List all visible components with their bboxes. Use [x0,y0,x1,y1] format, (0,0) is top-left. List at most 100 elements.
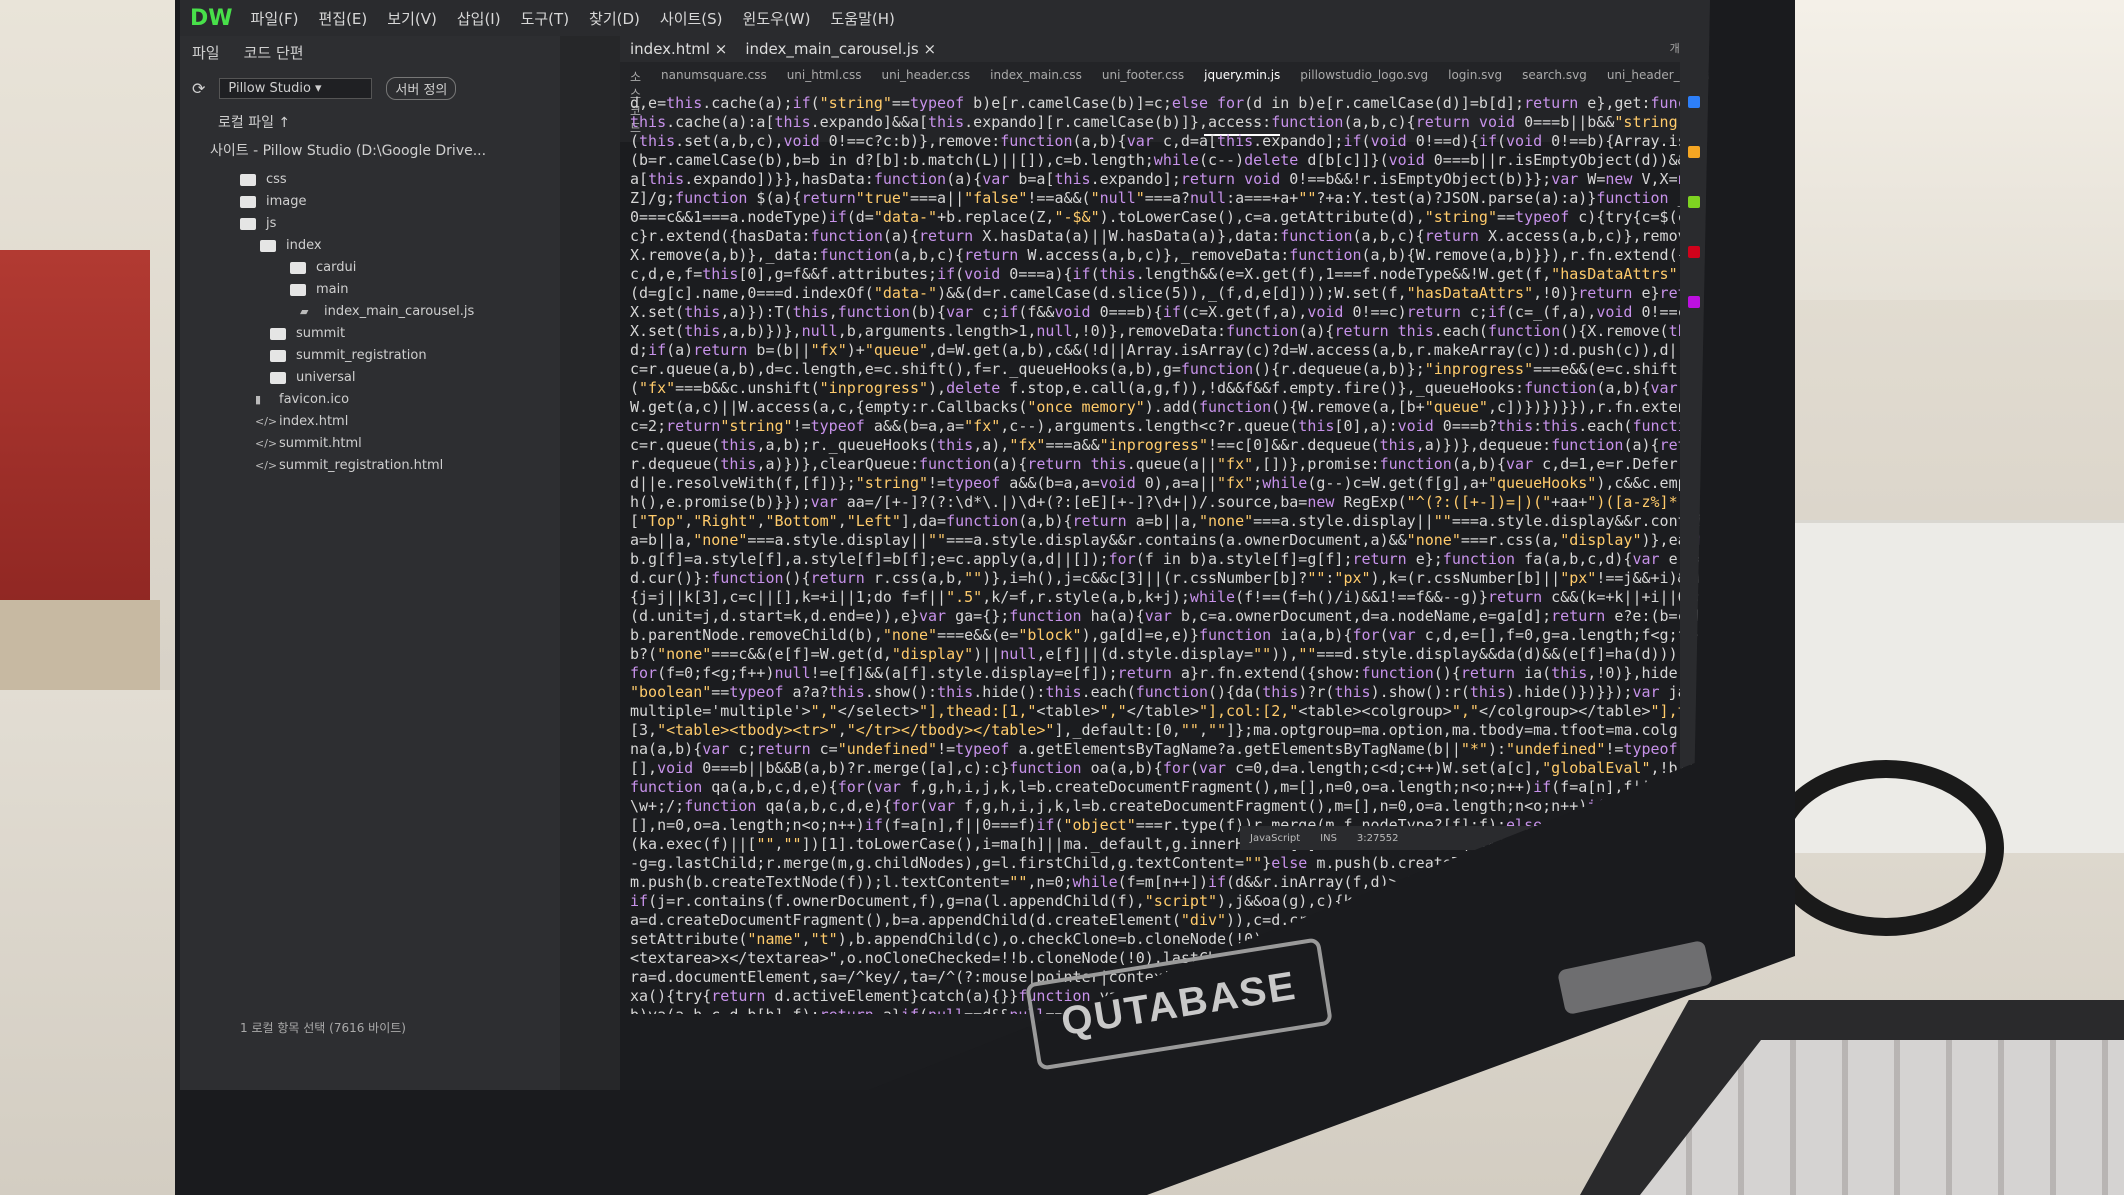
code-line: a[this.expando])}},hasData:function(a){v… [630,170,1700,188]
html-file-icon: </> [255,436,278,450]
menu-insert[interactable]: 삽입(I) [457,8,501,29]
panel-icon[interactable] [1688,146,1700,158]
red-bed [0,250,150,630]
code-line: d;if(a)return b=(b||"fx")+"queue",d=W.ge… [630,341,1700,359]
code-line: d,e=this.cache(a);if("string"==typeof b)… [630,94,1700,112]
tree-item-js[interactable]: js [240,216,276,231]
code-line: c=r.queue(this,a,b);r._queueHooks(this,a… [630,436,1700,454]
panel-icon[interactable] [1688,96,1700,108]
tree-item-summit-html[interactable]: </> summit.html [255,436,362,451]
code-line: ["Top","Right","Bottom","Left"],da=funct… [630,512,1700,530]
tree-item-cardui[interactable]: cardui [290,260,356,275]
code-line: b.parentNode.removeChild(b),"none"===e&&… [630,626,1700,644]
site-name: Pillow Studio [228,81,311,96]
code-line: [3,"<table><tbody><tr>","</tr></tbody></… [630,721,1700,739]
file-panel-status: 1 로컬 항목 선택 (7616 바이트) [240,1021,406,1035]
code-line: (d.unit=j,d.start=k,d.end=e)),e}var ga={… [630,607,1700,625]
code-line: \w+;/;function qa(a,b,c,d,e){for(var f,g… [630,797,1700,815]
code-gutter [560,36,620,1090]
site-root[interactable]: 사이트 - Pillow Studio (D:\Google Drive... [180,136,560,164]
folder-icon [240,217,256,230]
cursor-position: 3:27552 [1356,832,1399,844]
tree-item-summit-registration[interactable]: summit_registration [270,348,427,363]
menu-find[interactable]: 찾기(D) [589,8,640,29]
code-line: c=2;return"string"!=typeof a&&(b=a,a="fx… [630,417,1700,435]
code-line: r.dequeue(this,a)})},clearQueue:function… [630,455,1700,473]
code-line: {j=j||k[3],c=c||[],k=+i||1;do f=f||".5",… [630,588,1700,606]
code-line: b.g[f]=a.style[f],a.style[f]=b[f];e=c.ap… [630,550,1700,568]
tree-item-carousel-js[interactable]: ▰ index_main_carousel.js [300,304,474,319]
panel-icon[interactable] [1688,196,1700,208]
code-line: X.set(this,a,b)})},null,b,arguments.leng… [630,322,1700,340]
tab-index-html[interactable]: index.html × [630,40,727,58]
tree-item-css[interactable]: css [240,172,287,187]
panel-icon[interactable] [1688,296,1700,308]
refresh-icon[interactable]: ⟳ [192,79,205,98]
menu-tools[interactable]: 도구(T) [521,8,569,29]
code-line: function qa(a,b,c,d,e){for(var f,g,h,i,j… [630,778,1700,796]
code-line: c}r.extend({hasData:function(a){return X… [630,227,1700,245]
folder-icon [290,261,306,274]
tree-item-universal[interactable]: universal [270,370,355,385]
code-line: X.set(this,a)}):T(this,function(b){var c… [630,303,1700,321]
black-cable [1768,760,2004,936]
folder-icon [270,349,286,362]
code-line: (b=r.camelCase(b),b=b in d?[b]:b.match(L… [630,151,1700,169]
menu-file[interactable]: 파일(F) [251,8,299,29]
tree-item-image[interactable]: image [240,194,307,209]
code-line: "boolean"==typeof a?a?this.show():this.h… [630,683,1700,701]
code-line: W.get(a,c)||W.access(a,c,{empty:r.Callba… [630,398,1700,416]
code-line: d||e.resolveWith(f,[f])};"string"!=typeo… [630,474,1700,492]
menu-help[interactable]: 도움말(H) [830,8,894,29]
insert-mode: INS [1320,832,1337,844]
code-line: Z]/g;function $(a){return"true"===a||"fa… [630,189,1700,207]
tab-files[interactable]: 파일 [192,42,220,63]
menu-bar: DW 파일(F) 편집(E) 보기(V) 삽입(I) 도구(T) 찾기(D) 사… [180,0,1710,36]
tab-snippets[interactable]: 코드 단편 [244,42,304,63]
code-line: (d=g[c].name,0===d.indexOf("data-")&&(d=… [630,284,1700,302]
define-server-button[interactable]: 서버 정의 [386,77,457,100]
dreamweaver-logo: DW [190,5,233,31]
ico-file-icon: ▮ [255,392,262,406]
tree-item-favicon[interactable]: ▮ favicon.ico [255,392,349,407]
code-line: 0===c&&1===a.nodeType)if(d="data-"+b.rep… [630,208,1700,226]
local-files-label: 로컬 파일 ↑ [218,115,291,131]
code-line: multiple='multiple'>","</select>"],thead… [630,702,1700,720]
folder-icon [240,173,256,186]
code-line: [],void 0===b||b&&B(a,b)?r.merge([a],c):… [630,759,1700,777]
code-line: X.remove(a,b)},_data:function(a,b,c){ret… [630,246,1700,264]
code-line: c=r.queue(a,b),d=c.length,e=c.shift(),f=… [630,360,1700,378]
code-line: c,d,e,f=this[0],g=f&&f.attributes;if(voi… [630,265,1700,283]
code-line: (this.set(a,b,c),void 0!==c?c:b)},remove… [630,132,1700,150]
code-line: this.cache(a):a[this.expando]&&a[this.ex… [630,113,1700,131]
menu-site[interactable]: 사이트(S) [660,8,723,29]
panel-icon[interactable] [1688,246,1700,258]
code-line: na(a,b){var c;return c="undefined"!=type… [630,740,1700,758]
code-line: for(f=0;f<g;f++)null!=e[f]&&(a[f].style.… [630,664,1700,682]
tree-item-index-html[interactable]: </> index.html [255,414,348,429]
file-panel: 파일 코드 단편 ⟳ Pillow Studio ▾ 서버 정의 로컬 파일 ↑… [180,36,560,1090]
site-select[interactable]: Pillow Studio ▾ [219,78,373,99]
folder-icon [260,239,276,252]
code-line: d.cur()}:function(){return r.css(a,b,"")… [630,569,1700,587]
menu-edit[interactable]: 편집(E) [318,8,367,29]
tab-carousel-js[interactable]: index_main_carousel.js × [745,40,936,58]
tree-item-summit[interactable]: summit [270,326,345,341]
code-line: b?("none"===c&&(e[f]=W.get(d,"display")|… [630,645,1700,663]
code-line: h(),e.promise(b)}});var aa=/[+-]?(?:\d*\… [630,493,1700,511]
code-line: a=b||a,"none"===a.style.display||""===a.… [630,531,1700,549]
folder-icon [240,195,256,208]
js-file-icon: ▰ [300,304,309,318]
folder-icon [290,283,306,296]
html-file-icon: </> [255,414,278,428]
folder-icon [270,327,286,340]
tree-item-main[interactable]: main [290,282,348,297]
tree-item-summit-registration-html[interactable]: </> summit_registration.html [255,458,443,473]
code-line: ("fx"===b&&c.unshift("inprogress"),delet… [630,379,1700,397]
menu-view[interactable]: 보기(V) [387,8,437,29]
menu-window[interactable]: 윈도우(W) [743,8,811,29]
language-indicator[interactable]: JavaScript [1250,833,1300,844]
tree-item-index[interactable]: index [260,238,322,253]
document-tabs: index.html × index_main_carousel.js × 개발… [620,36,1710,62]
html-file-icon: </> [255,458,278,472]
